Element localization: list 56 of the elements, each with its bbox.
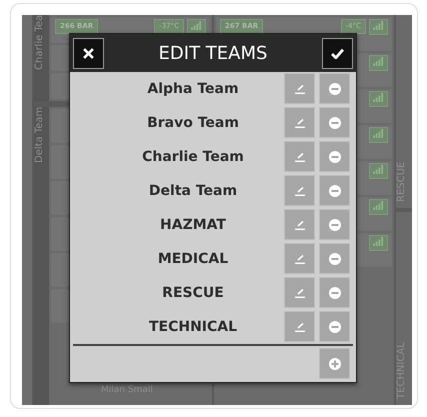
edit-button[interactable] — [284, 107, 315, 138]
pencil-icon — [294, 322, 306, 332]
minus-circle-icon — [328, 320, 340, 332]
minus-circle-icon — [328, 116, 340, 128]
remove-button[interactable] — [319, 107, 350, 138]
minus-circle-icon — [328, 252, 340, 264]
plus-circle-icon — [328, 358, 340, 370]
signal-icon — [369, 199, 388, 215]
pencil-icon — [294, 118, 306, 128]
edit-button[interactable] — [284, 243, 315, 274]
remove-button[interactable] — [319, 243, 350, 274]
minus-circle-icon — [328, 82, 340, 94]
remove-button[interactable] — [319, 311, 350, 342]
edit-button[interactable] — [284, 311, 315, 342]
team-name: MEDICAL — [156, 250, 230, 266]
checkmark-icon — [331, 48, 344, 58]
close-icon — [83, 48, 94, 58]
team-name: TECHNICAL — [148, 318, 238, 334]
signal-icon — [369, 19, 388, 35]
signal-icon — [369, 91, 388, 107]
team-name: RESCUE — [161, 284, 225, 300]
pencil-icon — [294, 84, 306, 94]
close-button[interactable] — [73, 38, 104, 68]
signal-icon — [369, 163, 388, 179]
confirm-button[interactable] — [322, 38, 353, 68]
signal-icon — [369, 235, 388, 251]
pencil-icon — [294, 220, 306, 230]
remove-button[interactable] — [319, 175, 350, 206]
minus-circle-icon — [328, 286, 340, 298]
add-button[interactable] — [319, 348, 350, 379]
team-column-label: Delta Team — [34, 107, 49, 405]
pencil-icon — [294, 152, 306, 162]
team-name: Delta Team — [148, 182, 238, 198]
signal-icon — [369, 55, 388, 71]
team-name: Charlie Team — [141, 148, 245, 164]
remove-button[interactable] — [319, 277, 350, 308]
team-name: Bravo Team — [146, 114, 240, 130]
remove-button[interactable] — [319, 73, 350, 104]
team-name: Alpha Team — [146, 80, 240, 96]
dialog-title: EDIT TEAMS — [158, 42, 268, 64]
edit-button[interactable] — [284, 175, 315, 206]
remove-button[interactable] — [319, 141, 350, 172]
edit-button[interactable] — [284, 209, 315, 240]
remove-button[interactable] — [319, 209, 350, 240]
minus-circle-icon — [328, 184, 340, 196]
pencil-icon — [294, 186, 306, 196]
minus-circle-icon — [328, 218, 340, 230]
team-column-label: Charlie Tea — [34, 15, 49, 101]
pencil-icon — [294, 254, 306, 264]
team-name: HAZMAT — [159, 216, 227, 232]
edit-button[interactable] — [284, 277, 315, 308]
signal-icon — [369, 127, 388, 143]
edit-button[interactable] — [284, 141, 315, 172]
edit-button[interactable] — [284, 73, 315, 104]
minus-circle-icon — [328, 150, 340, 162]
pencil-icon — [294, 288, 306, 298]
